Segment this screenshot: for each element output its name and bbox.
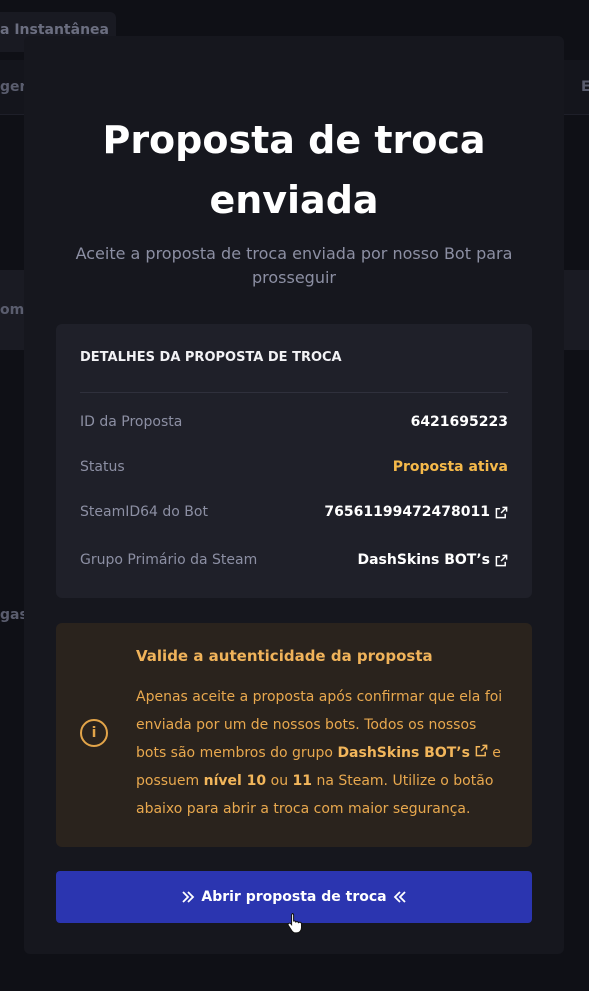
info-icon: i (80, 719, 108, 747)
warning-text-part3: ou (266, 773, 293, 789)
status-text: Proposta ativa (392, 459, 508, 475)
detail-row-steamid: SteamID64 do Bot 76561199472478011 (80, 500, 508, 524)
warning-level-a: nível 10 (203, 773, 267, 789)
background-nav-right: E (581, 79, 589, 95)
steamid-link[interactable]: 76561199472478011 (324, 500, 508, 524)
warning-text: Apenas aceite a proposta após confirmar … (136, 683, 510, 823)
trade-offer-modal: Proposta de troca enviada Aceite a propo… (24, 36, 564, 954)
offer-id-label: ID da Proposta (80, 414, 183, 430)
open-trade-offer-label: Abrir proposta de troca (201, 889, 387, 905)
external-link-icon (495, 554, 508, 566)
modal-title: Proposta de troca enviada (24, 110, 564, 230)
offer-id-value: 6421695223 (411, 410, 508, 434)
double-chevron-right-icon (182, 891, 195, 903)
external-link-icon (475, 744, 488, 757)
warning-level-b: 11 (292, 773, 312, 789)
warning-group-link-text: DashSkins BOT’s (337, 745, 470, 761)
warning-title: Valide a autenticidade da proposta (136, 647, 433, 665)
group-text: DashSkins BOT’s (357, 552, 490, 568)
steamid-label: SteamID64 do Bot (80, 504, 208, 520)
offer-id-text: 6421695223 (410, 414, 508, 430)
detail-row-status: Status Proposta ativa (80, 455, 508, 479)
status-label: Status (80, 459, 125, 475)
steamid-text: 76561199472478011 (324, 504, 490, 520)
external-link-icon (495, 506, 508, 518)
trade-details-card: DETALHES DA PROPOSTA DE TROCA ID da Prop… (56, 324, 532, 598)
group-link[interactable]: DashSkins BOT’s (357, 548, 508, 572)
details-divider (80, 392, 508, 393)
group-label: Grupo Primário da Steam (80, 552, 258, 568)
modal-subtitle: Aceite a proposta de troca enviada por n… (75, 244, 513, 287)
modal-title-line2: enviada (209, 178, 379, 222)
double-chevron-left-icon (393, 891, 406, 903)
modal-title-line1: Proposta de troca (102, 118, 486, 162)
authenticity-warning: i Valide a autenticidade da proposta Ape… (56, 623, 532, 847)
warning-group-link[interactable]: DashSkins BOT’s (337, 744, 488, 761)
detail-row-group: Grupo Primário da Steam DashSkins BOT’s (80, 548, 508, 572)
details-title: DETALHES DA PROPOSTA DE TROCA (80, 350, 342, 365)
status-value: Proposta ativa (393, 455, 508, 479)
detail-row-offer-id: ID da Proposta 6421695223 (80, 410, 508, 434)
hand-pointer-icon (287, 913, 302, 934)
